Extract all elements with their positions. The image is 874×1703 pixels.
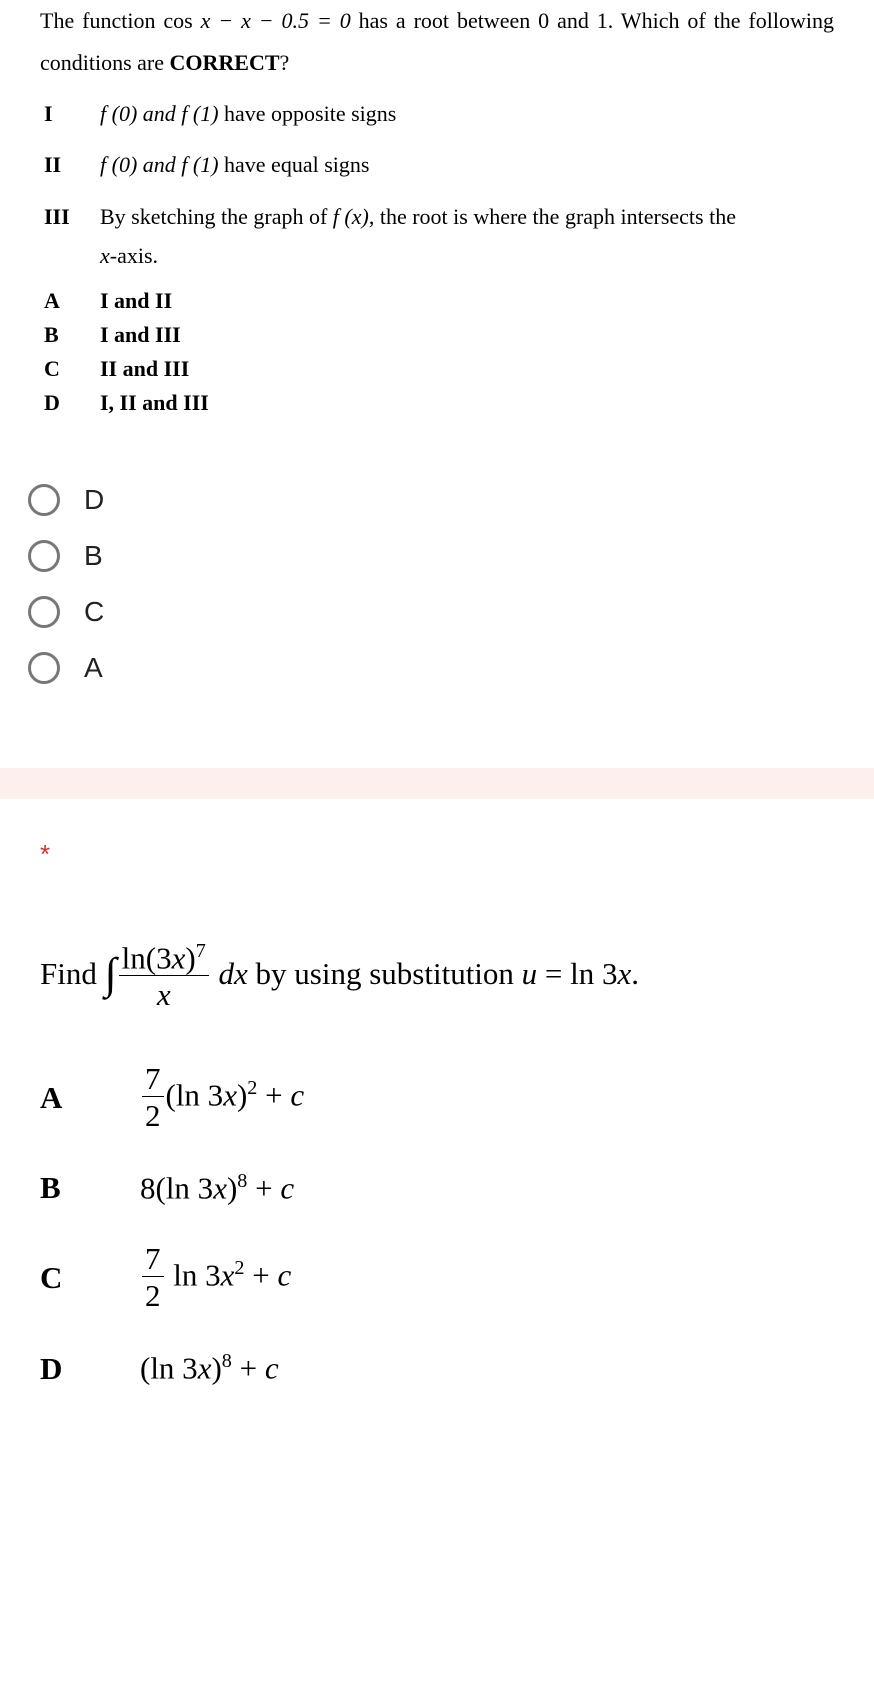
q2-option-c-expr: 72 ln 3x2 + c	[140, 1224, 304, 1332]
q1-qmark: ?	[280, 50, 290, 75]
option-d-row: D I, II and III	[40, 386, 209, 420]
statement-3-post2: x	[100, 243, 110, 268]
statement-1: I f (0) and f (1) have opposite signs	[40, 88, 736, 140]
option-a-row: A I and II	[40, 284, 209, 318]
q2-x: x	[618, 956, 632, 991]
statement-3-text: By sketching the graph of f (x), the roo…	[100, 191, 736, 282]
statement-2-label: II	[40, 139, 100, 191]
statements-list: I f (0) and f (1) have opposite signs II…	[40, 88, 736, 282]
statement-2-text: f (0) and f (1) have equal signs	[100, 139, 736, 191]
statement-1-text: f (0) and f (1) have opposite signs	[100, 88, 736, 140]
statement-2-pre: f (0) and f (1)	[100, 152, 219, 177]
q2-mid: by using substitution	[248, 956, 522, 991]
q2-u: u	[522, 956, 538, 991]
q1-eq: x − x − 0.5 = 0	[193, 8, 351, 33]
radio-option-d[interactable]: D	[28, 484, 846, 516]
section-divider	[0, 768, 874, 799]
q2-option-b-expr: 8(ln 3x)8 + c	[140, 1152, 304, 1224]
q2-option-a-label: A	[40, 1044, 140, 1152]
q2-dx: dx	[211, 956, 248, 991]
required-asterisk: *	[40, 839, 834, 870]
statement-3-post: , the root is where the graph intersects…	[369, 204, 736, 229]
radio-label-a: A	[84, 652, 103, 684]
q2-option-d-label: D	[40, 1332, 140, 1404]
radio-label-b: B	[84, 540, 103, 572]
radio-circle-icon	[28, 484, 60, 516]
statement-3-pre: By sketching the graph of	[100, 204, 333, 229]
radio-circle-icon	[28, 652, 60, 684]
integral-icon: ∫	[105, 948, 117, 999]
statement-3-label: III	[40, 191, 100, 282]
answer-options-list: A I and II B I and III C II and III D I,…	[40, 284, 209, 420]
q2-fraction: ln(3x)7x	[119, 940, 209, 1014]
q1-correct: CORRECT	[170, 50, 280, 75]
radio-option-c[interactable]: C	[28, 596, 846, 628]
statement-1-post: have opposite signs	[219, 101, 397, 126]
statement-2-post: have equal signs	[219, 152, 370, 177]
question-1-text: The function cos x − x − 0.5 = 0 has a r…	[40, 0, 834, 84]
radio-option-b[interactable]: B	[28, 540, 846, 572]
radio-option-a[interactable]: A	[28, 652, 846, 684]
option-c-row: C II and III	[40, 352, 209, 386]
option-d-text: I, II and III	[100, 386, 209, 420]
option-c-text: II and III	[100, 352, 209, 386]
radio-label-c: C	[84, 596, 104, 628]
q2-option-b-label: B	[40, 1152, 140, 1224]
q2-option-b: B 8(ln 3x)8 + c	[40, 1152, 304, 1224]
option-b-label: B	[40, 318, 100, 352]
q2-option-d-expr: (ln 3x)8 + c	[140, 1332, 304, 1404]
question-2-text: Find ∫ln(3x)7x dx by using substitution …	[40, 940, 834, 1014]
q2-option-d: D (ln 3x)8 + c	[40, 1332, 304, 1404]
option-a-label: A	[40, 284, 100, 318]
radio-circle-icon	[28, 596, 60, 628]
q2-find: Find	[40, 956, 105, 991]
q2-option-a: A 72(ln 3x)2 + c	[40, 1044, 304, 1152]
q2-options-list: A 72(ln 3x)2 + c B 8(ln 3x)8 + c C 72 ln…	[40, 1044, 304, 1405]
question-2: * Find ∫ln(3x)7x dx by using substitutio…	[0, 799, 874, 1425]
radio-label-d: D	[84, 484, 104, 516]
question-2-content: Find ∫ln(3x)7x dx by using substitution …	[40, 940, 834, 1405]
radio-circle-icon	[28, 540, 60, 572]
q2-option-c: C 72 ln 3x2 + c	[40, 1224, 304, 1332]
statement-1-pre: f (0) and f (1)	[100, 101, 219, 126]
q2-option-c-label: C	[40, 1224, 140, 1332]
option-b-text: I and III	[100, 318, 209, 352]
radio-group-q1: D B C A	[0, 420, 874, 768]
statement-1-label: I	[40, 88, 100, 140]
option-b-row: B I and III	[40, 318, 209, 352]
option-a-text: I and II	[100, 284, 209, 318]
option-c-label: C	[40, 352, 100, 386]
statement-3-post3: -axis.	[110, 243, 158, 268]
statement-3-mid: f (x)	[333, 204, 369, 229]
q1-text-part1: The function cos	[40, 8, 193, 33]
q2-option-a-expr: 72(ln 3x)2 + c	[140, 1044, 304, 1152]
statement-3: III By sketching the graph of f (x), the…	[40, 191, 736, 282]
q2-dot: .	[631, 956, 639, 991]
q2-eq: = ln 3	[537, 956, 617, 991]
question-1: The function cos x − x − 0.5 = 0 has a r…	[0, 0, 874, 420]
statement-2: II f (0) and f (1) have equal signs	[40, 139, 736, 191]
option-d-label: D	[40, 386, 100, 420]
